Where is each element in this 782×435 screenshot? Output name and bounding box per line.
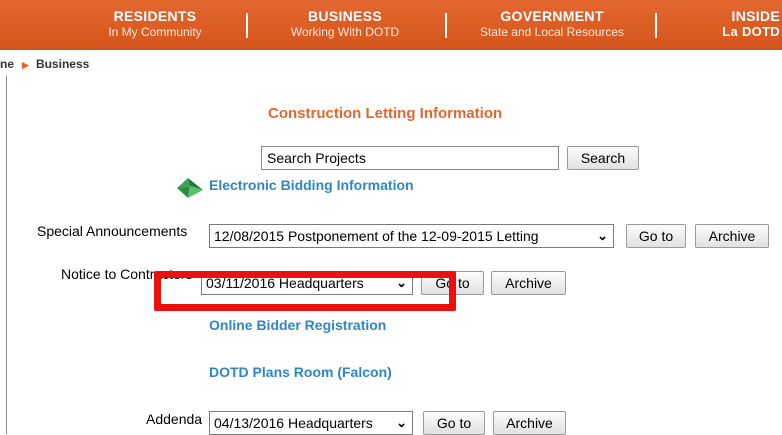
- addenda-selected: 04/13/2016 Headquarters: [214, 415, 373, 431]
- addenda-label: Addenda: [146, 411, 203, 427]
- content-border: [6, 76, 7, 434]
- notice-goto-button[interactable]: Go to: [421, 271, 484, 295]
- nav-divider: [246, 13, 248, 38]
- chevron-down-icon: ⌄: [396, 415, 407, 430]
- breadcrumb-arrow-icon: ▶: [22, 60, 29, 70]
- nav-divider: [655, 13, 657, 38]
- chevron-down-icon: ⌄: [396, 275, 407, 290]
- nav-inside[interactable]: INSIDE La DOTD: [700, 8, 780, 40]
- page-title: Construction Letting Information: [268, 105, 503, 122]
- nav-inside-subtitle: La DOTD: [722, 24, 780, 39]
- nav-inside-title: INSIDE: [731, 8, 780, 24]
- special-announcements-selected: 12/08/2015 Postponement of the 12-09-201…: [214, 228, 539, 244]
- chevron-down-icon: ⌄: [597, 228, 608, 243]
- special-announcements-label: Special Announcements: [37, 223, 188, 239]
- nav-residents[interactable]: RESIDENTS In My Community: [80, 8, 230, 40]
- nav-divider: [445, 13, 447, 38]
- notice-to-contractors-select[interactable]: 03/11/2016 Headquarters ⌄: [201, 271, 413, 295]
- nav-government[interactable]: GOVERNMENT State and Local Resources: [460, 8, 644, 40]
- electronic-bidding-icon: [177, 178, 203, 198]
- breadcrumb-current: Business: [35, 57, 90, 71]
- notice-archive-button[interactable]: Archive: [491, 271, 566, 295]
- special-announcements-select[interactable]: 12/08/2015 Postponement of the 12-09-201…: [209, 224, 614, 248]
- nav-government-subtitle: State and Local Resources: [479, 25, 625, 39]
- search-button[interactable]: Search: [567, 146, 639, 170]
- search-input[interactable]: [261, 146, 559, 170]
- breadcrumb-home-link[interactable]: ne: [0, 57, 14, 71]
- notice-to-contractors-label: Notice to Contractors: [61, 266, 193, 282]
- addenda-select[interactable]: 04/13/2016 Headquarters ⌄: [209, 411, 413, 435]
- nav-business-subtitle: Working With DOTD: [290, 25, 400, 39]
- special-goto-button[interactable]: Go to: [626, 224, 686, 248]
- online-bidder-registration-link[interactable]: Online Bidder Registration: [209, 317, 386, 333]
- top-navigation-bar: RESIDENTS In My Community BUSINESS Worki…: [0, 0, 782, 50]
- special-archive-button[interactable]: Archive: [695, 224, 769, 248]
- breadcrumb: ne ▶ Business: [0, 57, 89, 71]
- nav-business[interactable]: BUSINESS Working With DOTD: [262, 8, 428, 40]
- nav-business-title: BUSINESS: [308, 8, 382, 24]
- addenda-goto-button[interactable]: Go to: [423, 411, 485, 435]
- electronic-bidding-link[interactable]: Electronic Bidding Information: [209, 177, 414, 193]
- nav-residents-subtitle: In My Community: [108, 25, 202, 39]
- addenda-archive-button[interactable]: Archive: [493, 411, 566, 435]
- nav-residents-title: RESIDENTS: [113, 8, 197, 24]
- nav-government-title: GOVERNMENT: [500, 8, 604, 24]
- notice-selected: 03/11/2016 Headquarters: [206, 275, 364, 291]
- plans-room-link[interactable]: DOTD Plans Room (Falcon): [209, 364, 392, 380]
